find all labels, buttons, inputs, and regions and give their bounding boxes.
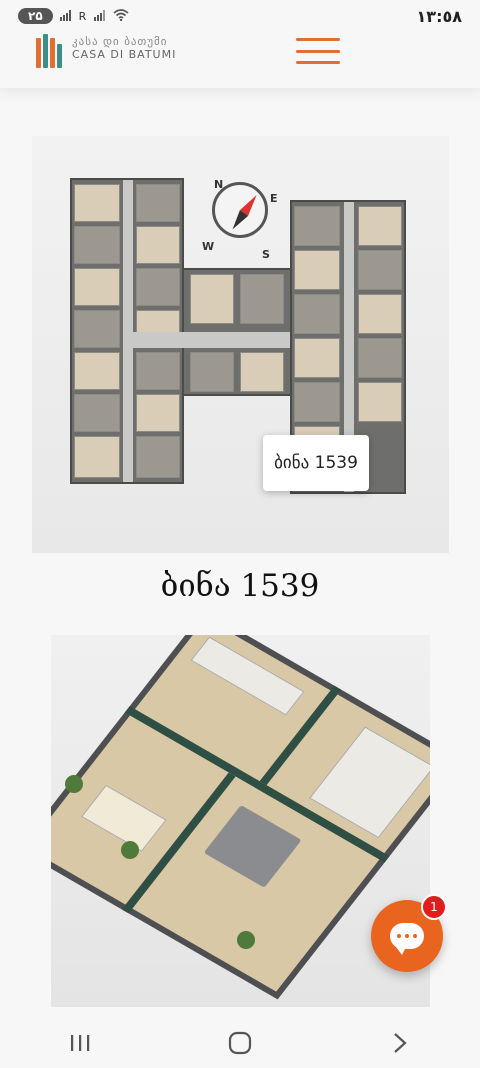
left-wing-corridor [123, 180, 133, 482]
plan-room [136, 184, 180, 222]
plan-room [190, 274, 234, 324]
logo-text: კასა დი ბათუმი CASA DI BATUMI [72, 36, 176, 61]
plan-room [294, 294, 340, 334]
plant-decoration [121, 841, 139, 859]
site-logo[interactable]: კასა დი ბათუმი CASA DI BATUMI [34, 30, 176, 68]
battery-indicator: ۲۵ [18, 8, 53, 24]
plan-room [190, 352, 234, 392]
plan-room [74, 268, 120, 306]
plan-room [74, 394, 120, 432]
plan-room [74, 310, 120, 348]
plan-room [74, 352, 120, 390]
compass-north-label: N [214, 178, 224, 191]
compass-east-label: E [270, 192, 278, 205]
status-clock: ١٣:٥٨ [416, 6, 462, 26]
apartment-3d-render-image[interactable] [51, 635, 430, 1007]
plan-room [136, 352, 180, 390]
compass-west-label: W [202, 240, 215, 253]
plan-room [74, 436, 120, 478]
plan-room [294, 206, 340, 246]
plan-room [240, 274, 284, 324]
plan-room [74, 226, 120, 264]
plan-room [294, 382, 340, 422]
plan-room [358, 206, 402, 246]
hamburger-menu-icon[interactable] [296, 38, 340, 64]
plan-room [358, 338, 402, 378]
site-header: კასა დი ბათუმი CASA DI BATUMI [0, 30, 480, 88]
plan-room [358, 250, 402, 290]
plant-decoration [65, 775, 83, 793]
plan-room [294, 250, 340, 290]
status-left: ۲۵ R [18, 7, 129, 25]
sim-icon [59, 7, 73, 25]
logo-english-text: CASA DI BATUMI [72, 48, 177, 61]
apartment-title: ბინა 1539 [160, 568, 320, 604]
chat-unread-badge: 1 [421, 894, 447, 920]
floor-plan-image[interactable]: N E S W ბინა 1539 [32, 136, 449, 553]
chat-bubble-icon [390, 923, 424, 955]
status-bar: ۲۵ R ١٣:٥٨ [0, 0, 480, 32]
logo-mark-icon [34, 30, 64, 68]
plan-room [240, 352, 284, 392]
plan-room [136, 394, 180, 432]
compass-south-label: S [262, 248, 270, 261]
roaming-label: R [78, 9, 88, 23]
plant-decoration [237, 931, 255, 949]
plan-room [358, 382, 402, 422]
back-chevron-icon[interactable] [370, 1023, 430, 1063]
recent-apps-icon[interactable] [50, 1023, 110, 1063]
plan-room [294, 338, 340, 378]
plan-room [74, 184, 120, 222]
signal-icon [93, 7, 107, 25]
plan-room [358, 294, 402, 334]
apartment-tag[interactable]: ბინა 1539 [263, 435, 369, 491]
plan-room [136, 436, 180, 478]
plan-room [136, 268, 180, 306]
wifi-icon [113, 7, 129, 25]
page: ۲۵ R ١٣:٥٨ კასა დი ბათუმი CASA DI BATUMI… [0, 0, 480, 1068]
home-circle-icon[interactable] [210, 1023, 270, 1063]
system-nav-bar [0, 1018, 480, 1068]
plan-room [136, 226, 180, 264]
